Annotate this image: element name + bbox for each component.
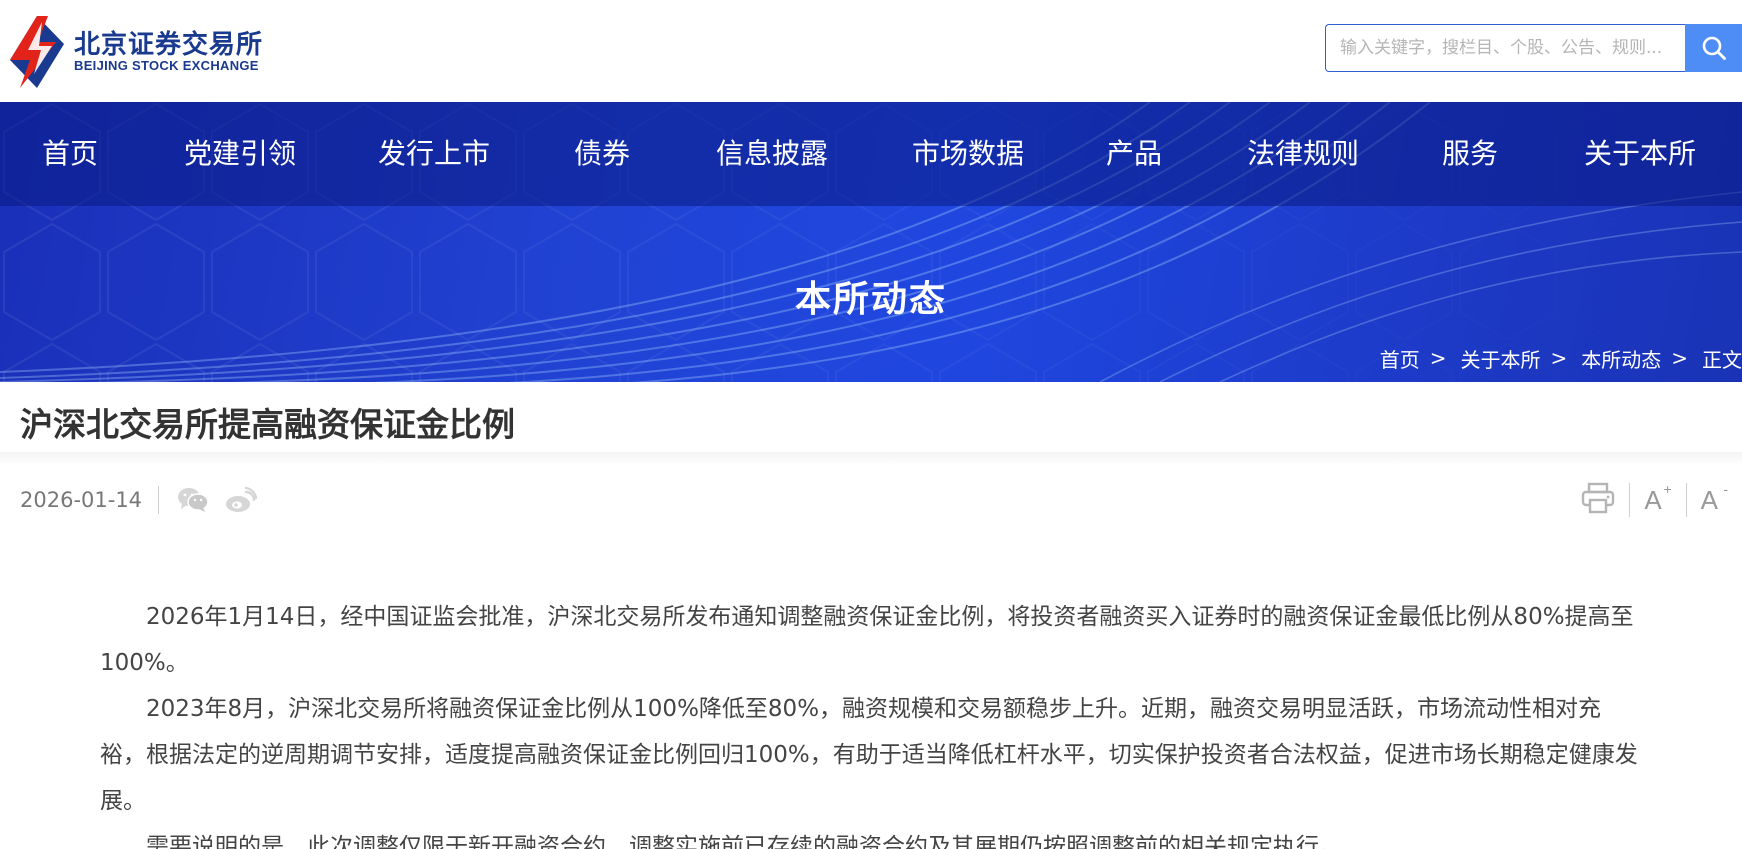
main-navigation: 首页 党建引领 发行上市 债券 信息披露 市场数据 产品 法律规则 服务 关于本…	[0, 102, 1742, 206]
wechat-icon[interactable]	[177, 487, 209, 513]
search-icon	[1702, 36, 1726, 60]
tool-divider	[1629, 483, 1631, 517]
breadcrumb-separator: >	[1429, 346, 1447, 370]
tool-divider	[1685, 483, 1687, 517]
meta-divider	[158, 486, 160, 514]
article-paragraph: 2026年1月14日，经中国证监会批准，沪深北交易所发布通知调整融资保证金比例，…	[100, 604, 1634, 676]
breadcrumb-separator: >	[1671, 346, 1688, 370]
nav-item-listing[interactable]: 发行上市	[378, 102, 490, 206]
weibo-icon[interactable]	[225, 486, 258, 514]
font-decrease-button[interactable]: A-	[1701, 481, 1728, 516]
logo-chinese-name: 北京证券交易所	[74, 30, 264, 60]
section-title: 本所动态	[794, 279, 947, 320]
article-tools: A + A-	[1581, 480, 1728, 520]
nav-item-products[interactable]: 产品	[1106, 102, 1162, 206]
nav-item-about[interactable]: 关于本所	[1584, 102, 1696, 206]
breadcrumb-home[interactable]: 首页	[1380, 344, 1420, 373]
hero-banner: 首页 党建引领 发行上市 债券 信息披露 市场数据 产品 法律规则 服务 关于本…	[0, 102, 1742, 382]
search-box	[1325, 24, 1742, 72]
nav-item-party-building[interactable]: 党建引领	[184, 102, 296, 206]
article-paragraph: 2023年8月，沪深北交易所将融资保证金比例从100%降低至80%，融资规模和交…	[100, 696, 1638, 814]
nav-item-bonds[interactable]: 债券	[574, 102, 630, 206]
font-increase-button[interactable]: A +	[1644, 481, 1671, 516]
article-paragraph: 需要说明的是，此次调整仅限于新开融资合约，调整实施前已存续的融资合约及其展期仍按…	[146, 834, 1342, 849]
search-button[interactable]	[1685, 24, 1742, 72]
site-logo[interactable]: 北京证券交易所 BEIJING STOCK EXCHANGE	[8, 14, 268, 90]
breadcrumb: 首页 > 关于本所 > 本所动态 > 正文	[1380, 342, 1742, 374]
article-meta: 2026-01-14	[20, 482, 273, 518]
breadcrumb-about[interactable]: 关于本所	[1460, 344, 1540, 373]
nav-item-market-data[interactable]: 市场数据	[912, 102, 1024, 206]
nav-item-rules[interactable]: 法律规则	[1247, 102, 1359, 206]
breadcrumb-separator: >	[1550, 346, 1568, 370]
breadcrumb-current: 正文	[1702, 347, 1742, 372]
nav-item-disclosure[interactable]: 信息披露	[716, 102, 828, 206]
search-input[interactable]	[1325, 24, 1685, 72]
article-title: 沪深北交易所提高融资保证金比例	[20, 405, 515, 444]
article-body: 2026年1月14日，经中国证监会批准，沪深北交易所发布通知调整融资保证金比例，…	[100, 594, 1640, 849]
title-divider	[0, 452, 1742, 466]
nav-item-services[interactable]: 服务	[1442, 102, 1498, 206]
print-icon[interactable]	[1581, 482, 1615, 518]
article-date: 2026-01-14	[20, 488, 143, 512]
breadcrumb-news[interactable]: 本所动态	[1581, 344, 1661, 373]
logo-english-name: BEIJING STOCK EXCHANGE	[74, 58, 259, 73]
site-header: 北京证券交易所 BEIJING STOCK EXCHANGE	[0, 0, 1742, 102]
bse-logo-icon	[10, 16, 64, 88]
nav-item-home[interactable]: 首页	[42, 102, 98, 206]
